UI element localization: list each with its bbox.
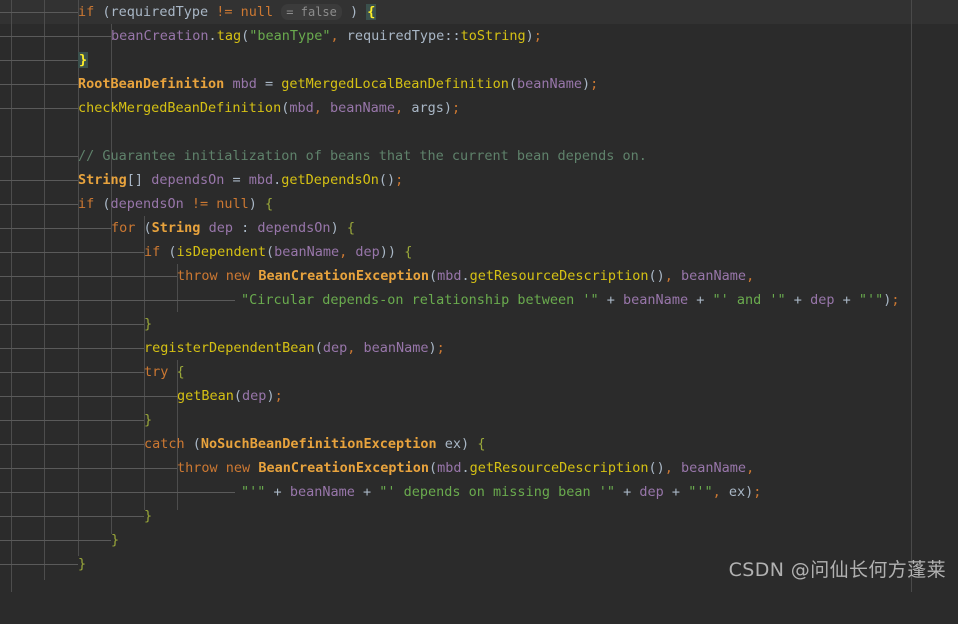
matched-brace-close: } (78, 52, 89, 68)
csdn-watermark: CSDN @问仙长何方蓬莱 (728, 559, 946, 581)
code-line-blank[interactable] (0, 120, 958, 144)
matched-brace-open: { (366, 4, 377, 20)
code-line[interactable]: if (isDependent(beanName, dep)) { (0, 240, 958, 264)
code-line[interactable]: "'" + beanName + "' depends on missing b… (0, 480, 958, 504)
code-lines[interactable]: if (requiredType != null = false ) { bea… (0, 0, 958, 576)
code-line[interactable]: } (0, 504, 958, 528)
inline-hint: = false (281, 4, 342, 20)
code-line[interactable]: } (0, 48, 958, 72)
code-line[interactable]: if (dependsOn != null) { (0, 192, 958, 216)
code-line[interactable]: if (requiredType != null = false ) { (0, 0, 958, 24)
code-line[interactable]: } (0, 528, 958, 552)
code-line[interactable]: beanCreation.tag("beanType", requiredTyp… (0, 24, 958, 48)
code-line[interactable]: try { (0, 360, 958, 384)
code-line[interactable]: getBean(dep); (0, 384, 958, 408)
code-line[interactable]: String[] dependsOn = mbd.getDependsOn(); (0, 168, 958, 192)
code-line[interactable]: for (String dep : dependsOn) { (0, 216, 958, 240)
code-editor[interactable]: if (requiredType != null = false ) { bea… (0, 0, 958, 592)
code-line[interactable]: checkMergedBeanDefinition(mbd, beanName,… (0, 96, 958, 120)
code-line[interactable]: "Circular depends-on relationship betwee… (0, 288, 958, 312)
code-line[interactable]: RootBeanDefinition mbd = getMergedLocalB… (0, 72, 958, 96)
code-line[interactable]: } (0, 408, 958, 432)
code-line[interactable]: registerDependentBean(dep, beanName); (0, 336, 958, 360)
code-line[interactable]: throw new BeanCreationException(mbd.getR… (0, 456, 958, 480)
code-line[interactable]: catch (NoSuchBeanDefinitionException ex)… (0, 432, 958, 456)
code-line[interactable]: throw new BeanCreationException(mbd.getR… (0, 264, 958, 288)
code-line[interactable]: // Guarantee initialization of beans tha… (0, 144, 958, 168)
code-line[interactable]: } (0, 312, 958, 336)
